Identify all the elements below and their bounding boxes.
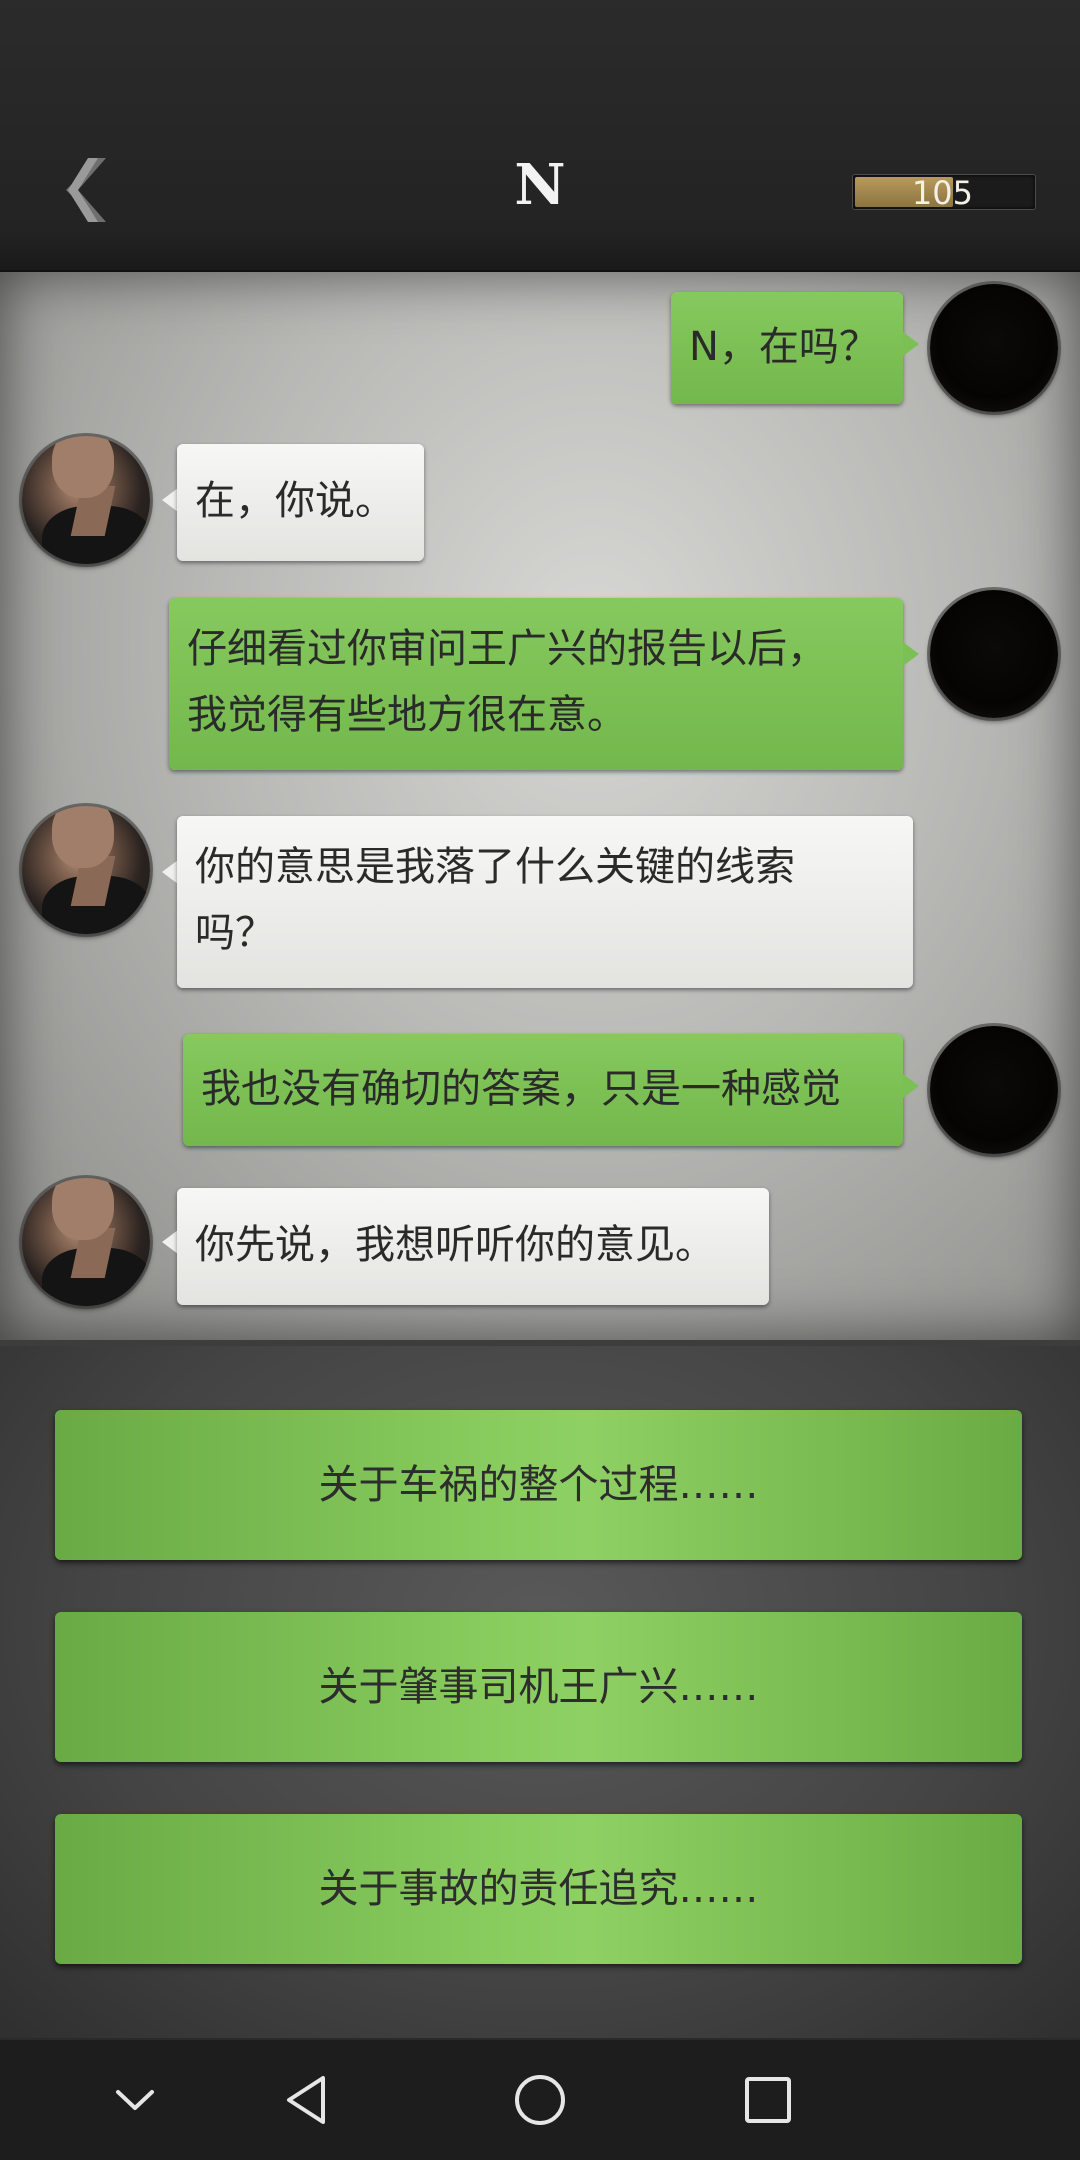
contact-avatar[interactable] (22, 436, 150, 564)
message-line: 吗？ (195, 910, 275, 956)
message-text: 我也没有确切的答案，只是一种感觉 (201, 1066, 841, 1112)
bubble-tail (903, 642, 919, 666)
message-text: 你先说，我想听听你的意见。 (195, 1222, 715, 1268)
contact-message-bubble: 你的意思是我落了什么关键的线索 吗？ (177, 816, 913, 988)
my-avatar[interactable] (930, 284, 1058, 412)
recents-nav-button[interactable] (733, 2068, 803, 2132)
hide-nav-button[interactable] (100, 2068, 170, 2132)
bubble-tail (903, 332, 919, 356)
my-message-bubble: 仔细看过你审问王广兴的报告以后， 我觉得有些地方很在意。 (169, 598, 903, 770)
my-message-bubble: 我也没有确切的答案，只是一种感觉 (183, 1034, 903, 1146)
reply-option-label: 关于车祸的整个过程…… (318, 1462, 759, 1508)
home-nav-button[interactable] (505, 2068, 575, 2132)
reply-option-label: 关于肇事司机王广兴…… (318, 1664, 759, 1710)
reply-option-2[interactable]: 关于肇事司机王广兴…… (55, 1612, 1022, 1762)
back-nav-button[interactable] (273, 2068, 343, 2132)
message-line: 我觉得有些地方很在意。 (187, 692, 627, 738)
contact-avatar[interactable] (22, 806, 150, 934)
bubble-tail (162, 1230, 178, 1254)
contact-avatar[interactable] (22, 1178, 150, 1306)
contact-message-bubble: 你先说，我想听听你的意见。 (177, 1188, 769, 1305)
my-avatar[interactable] (930, 1026, 1058, 1154)
message-text: N，在吗？ (689, 324, 879, 370)
recents-square-icon (745, 2077, 791, 2123)
message-line: 仔细看过你审问王广兴的报告以后， (187, 626, 827, 672)
reply-option-1[interactable]: 关于车祸的整个过程…… (55, 1410, 1022, 1560)
home-circle-icon (515, 2075, 565, 2125)
my-avatar[interactable] (930, 590, 1058, 718)
system-nav-bar (0, 2040, 1080, 2160)
reply-option-label: 关于事故的责任追究…… (318, 1866, 759, 1912)
message-text: 在，你说。 (195, 478, 395, 524)
bubble-tail (903, 1074, 919, 1098)
message-line: 你的意思是我落了什么关键的线索 (195, 844, 795, 890)
bubble-tail (162, 860, 178, 884)
energy-bar: 105 (852, 174, 1036, 212)
reply-options-panel: 关于车祸的整个过程…… 关于肇事司机王广兴…… 关于事故的责任追究…… (0, 1346, 1080, 2038)
contact-message-bubble: 在，你说。 (177, 444, 424, 561)
energy-value: 105 (911, 174, 973, 212)
back-triangle-icon (287, 2076, 325, 2124)
my-message-bubble: N，在吗？ (671, 292, 903, 404)
bubble-tail (162, 488, 178, 512)
top-bar: N 105 (0, 0, 1080, 272)
reply-option-3[interactable]: 关于事故的责任追究…… (55, 1814, 1022, 1964)
chat-area[interactable]: N，在吗？ 在，你说。 仔细看过你审问王广兴的报告以后， 我觉得有些地方很在意。 (0, 272, 1080, 1346)
chevron-down-icon (116, 2090, 154, 2110)
